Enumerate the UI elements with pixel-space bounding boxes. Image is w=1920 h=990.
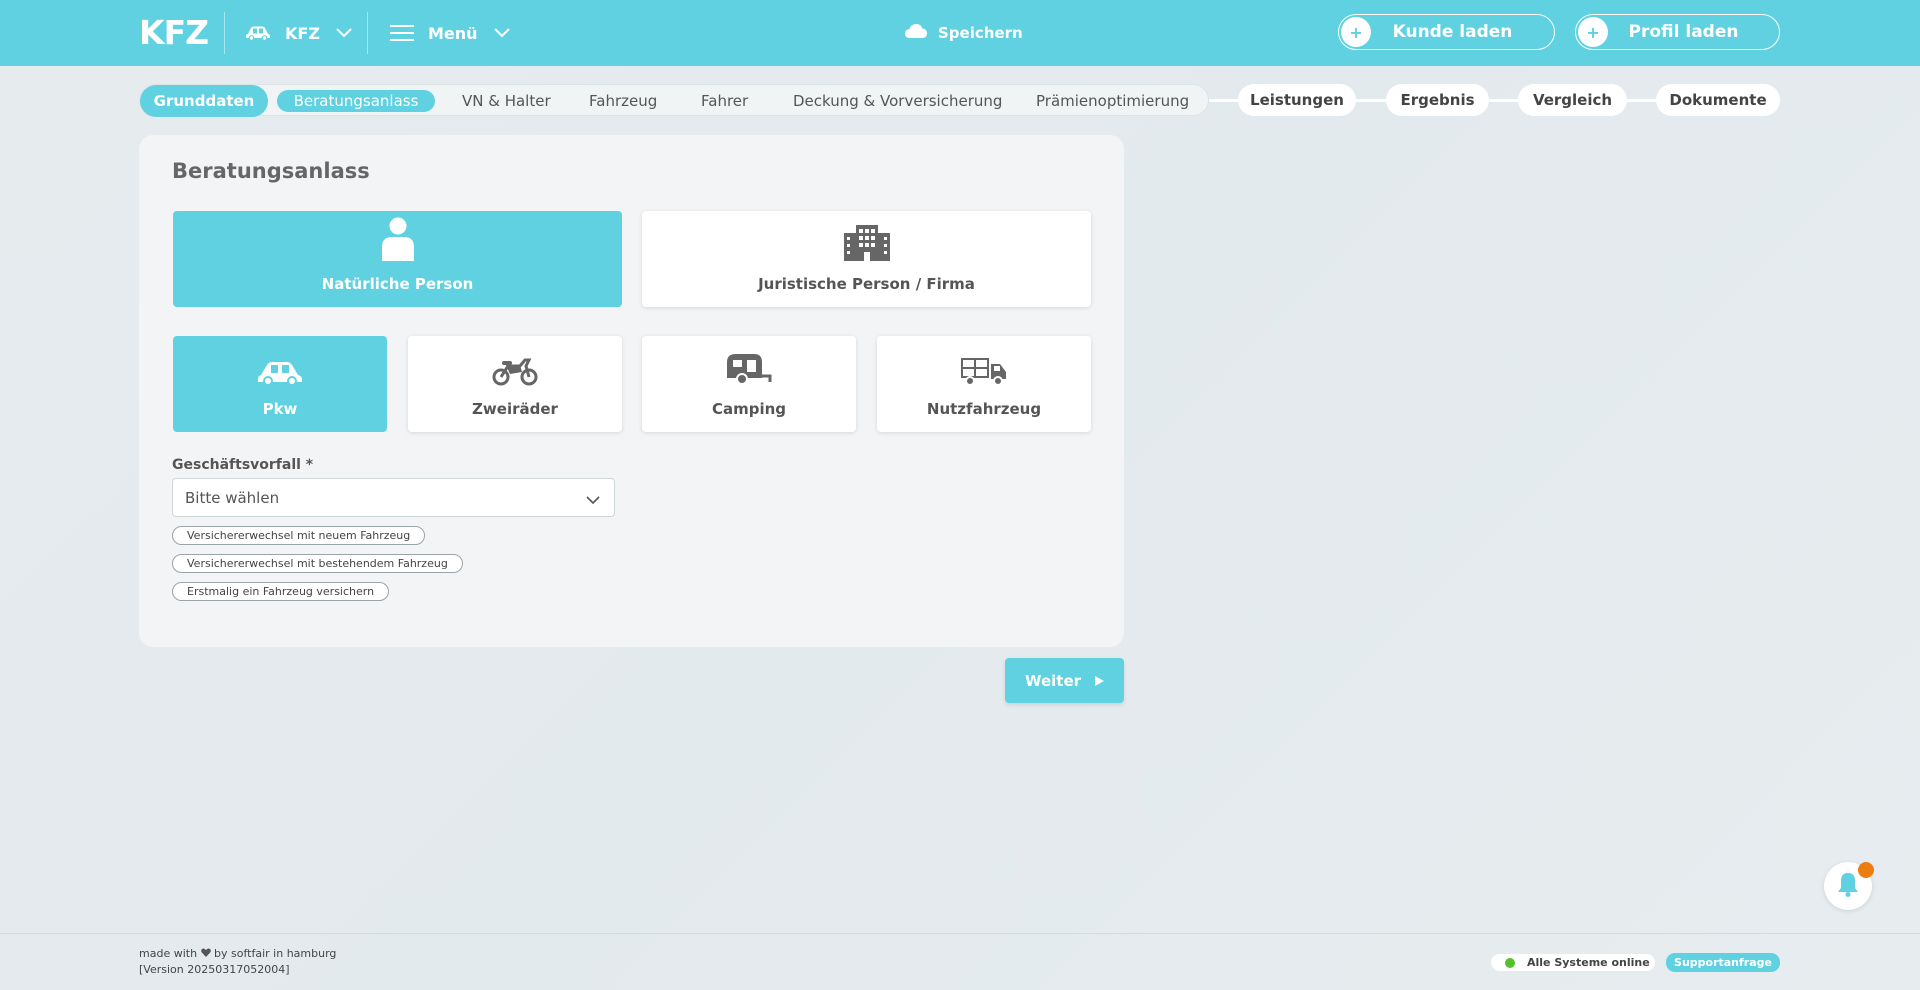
- top-bar: KFZ KFZ Menü Speichern + Kunde laden + P…: [0, 0, 1920, 66]
- consultation-card: Beratungsanlass Natürliche Person Jurist…: [139, 135, 1124, 647]
- next-button[interactable]: Weiter: [1005, 658, 1124, 703]
- tab-praemienoptimierung[interactable]: Prämienoptimierung: [1036, 85, 1189, 117]
- tab-fahrzeug[interactable]: Fahrzeug: [589, 85, 657, 117]
- tile-natural-person[interactable]: Natürliche Person: [173, 211, 622, 307]
- car-icon: [257, 360, 303, 390]
- tab-dokumente[interactable]: Dokumente: [1656, 84, 1780, 116]
- person-icon: [381, 217, 415, 265]
- building-icon: [843, 225, 890, 265]
- menu-button[interactable]: Menü: [390, 18, 510, 48]
- header-divider: [224, 12, 225, 54]
- load-customer-label: Kunde laden: [1392, 22, 1513, 42]
- card-title: Beratungsanlass: [172, 159, 370, 183]
- notification-badge: [1858, 862, 1874, 878]
- tile-label: Juristische Person / Firma: [758, 275, 975, 293]
- status-dot-icon: [1505, 957, 1515, 968]
- save-label: Speichern: [938, 24, 1023, 42]
- chevron-down-icon: [586, 491, 600, 509]
- caravan-icon: [726, 352, 772, 390]
- tab-fahrer[interactable]: Fahrer: [701, 85, 748, 117]
- tab-deckung[interactable]: Deckung & Vorversicherung: [793, 85, 1002, 117]
- tile-pkw[interactable]: Pkw: [173, 336, 387, 432]
- footer-divider: [0, 933, 1920, 934]
- load-profile-button[interactable]: + Profil laden: [1575, 14, 1780, 50]
- tile-camping[interactable]: Camping: [642, 336, 856, 432]
- truck-icon: [961, 356, 1007, 390]
- version-text: [Version 20250317052004]: [139, 963, 290, 976]
- save-button[interactable]: Speichern: [904, 18, 1023, 48]
- tile-label: Camping: [711, 400, 787, 418]
- status-text: Alle Systeme online: [1527, 956, 1650, 969]
- business-case-select[interactable]: Bitte wählen: [172, 478, 615, 517]
- next-label: Weiter: [1024, 671, 1082, 690]
- bell-icon: [1836, 871, 1860, 901]
- business-case-label: Geschäftsvorfall *: [172, 457, 314, 473]
- tile-legal-person[interactable]: Juristische Person / Firma: [642, 211, 1091, 307]
- tab-leistungen[interactable]: Leistungen: [1238, 84, 1356, 116]
- tile-label: Zweiräder: [472, 400, 558, 418]
- made-with-text: made with: [139, 947, 198, 960]
- product-switcher[interactable]: KFZ: [245, 18, 352, 48]
- hamburger-icon: [390, 24, 414, 42]
- tile-label: Natürliche Person: [321, 275, 474, 293]
- car-icon: [245, 25, 271, 41]
- menu-label: Menü: [428, 23, 478, 43]
- tab-grunddaten[interactable]: Grunddaten: [140, 85, 268, 117]
- chevron-down-icon: [336, 28, 352, 38]
- tab-vergleich[interactable]: Vergleich: [1518, 84, 1627, 116]
- tile-nutzfahrzeug[interactable]: Nutzfahrzeug: [877, 336, 1091, 432]
- plus-icon: +: [1578, 17, 1608, 47]
- tab-ergebnis[interactable]: Ergebnis: [1386, 84, 1489, 116]
- footer-credits: made with by softfair in hamburg [Versio…: [139, 946, 336, 978]
- product-label: KFZ: [285, 23, 320, 43]
- business-case-value: Bitte wählen: [185, 488, 280, 507]
- header-divider: [367, 12, 368, 54]
- tile-zweiraeder[interactable]: Zweiräder: [408, 336, 622, 432]
- tile-label: Nutzfahrzeug: [926, 400, 1042, 418]
- suggestion-chip[interactable]: Erstmalig ein Fahrzeug versichern: [172, 582, 390, 601]
- made-by-text: by softfair in hamburg: [214, 947, 337, 960]
- tab-beratungsanlass[interactable]: Beratungsanlass: [277, 90, 435, 112]
- motorcycle-icon: [492, 356, 538, 390]
- load-customer-button[interactable]: + Kunde laden: [1338, 14, 1555, 50]
- step-navigation: Grunddaten Beratungsanlass VN & Halter F…: [139, 84, 1209, 117]
- cloud-icon: [904, 23, 928, 43]
- suggestion-chip[interactable]: Versichererwechsel mit neuem Fahrzeug: [172, 526, 426, 545]
- play-icon: [1095, 672, 1105, 690]
- tab-vn-halter[interactable]: VN & Halter: [462, 85, 551, 117]
- support-request-button[interactable]: Supportanfrage: [1666, 953, 1780, 972]
- chevron-down-icon: [493, 28, 510, 38]
- tile-label: Pkw: [262, 400, 298, 418]
- heart-icon: [200, 947, 215, 960]
- suggestion-chip[interactable]: Versichererwechsel mit bestehendem Fahrz…: [172, 554, 463, 573]
- plus-icon: +: [1341, 17, 1371, 47]
- system-status-badge: Alle Systeme online: [1491, 954, 1655, 971]
- load-profile-label: Profil laden: [1628, 22, 1739, 42]
- app-logo: KFZ: [139, 13, 209, 52]
